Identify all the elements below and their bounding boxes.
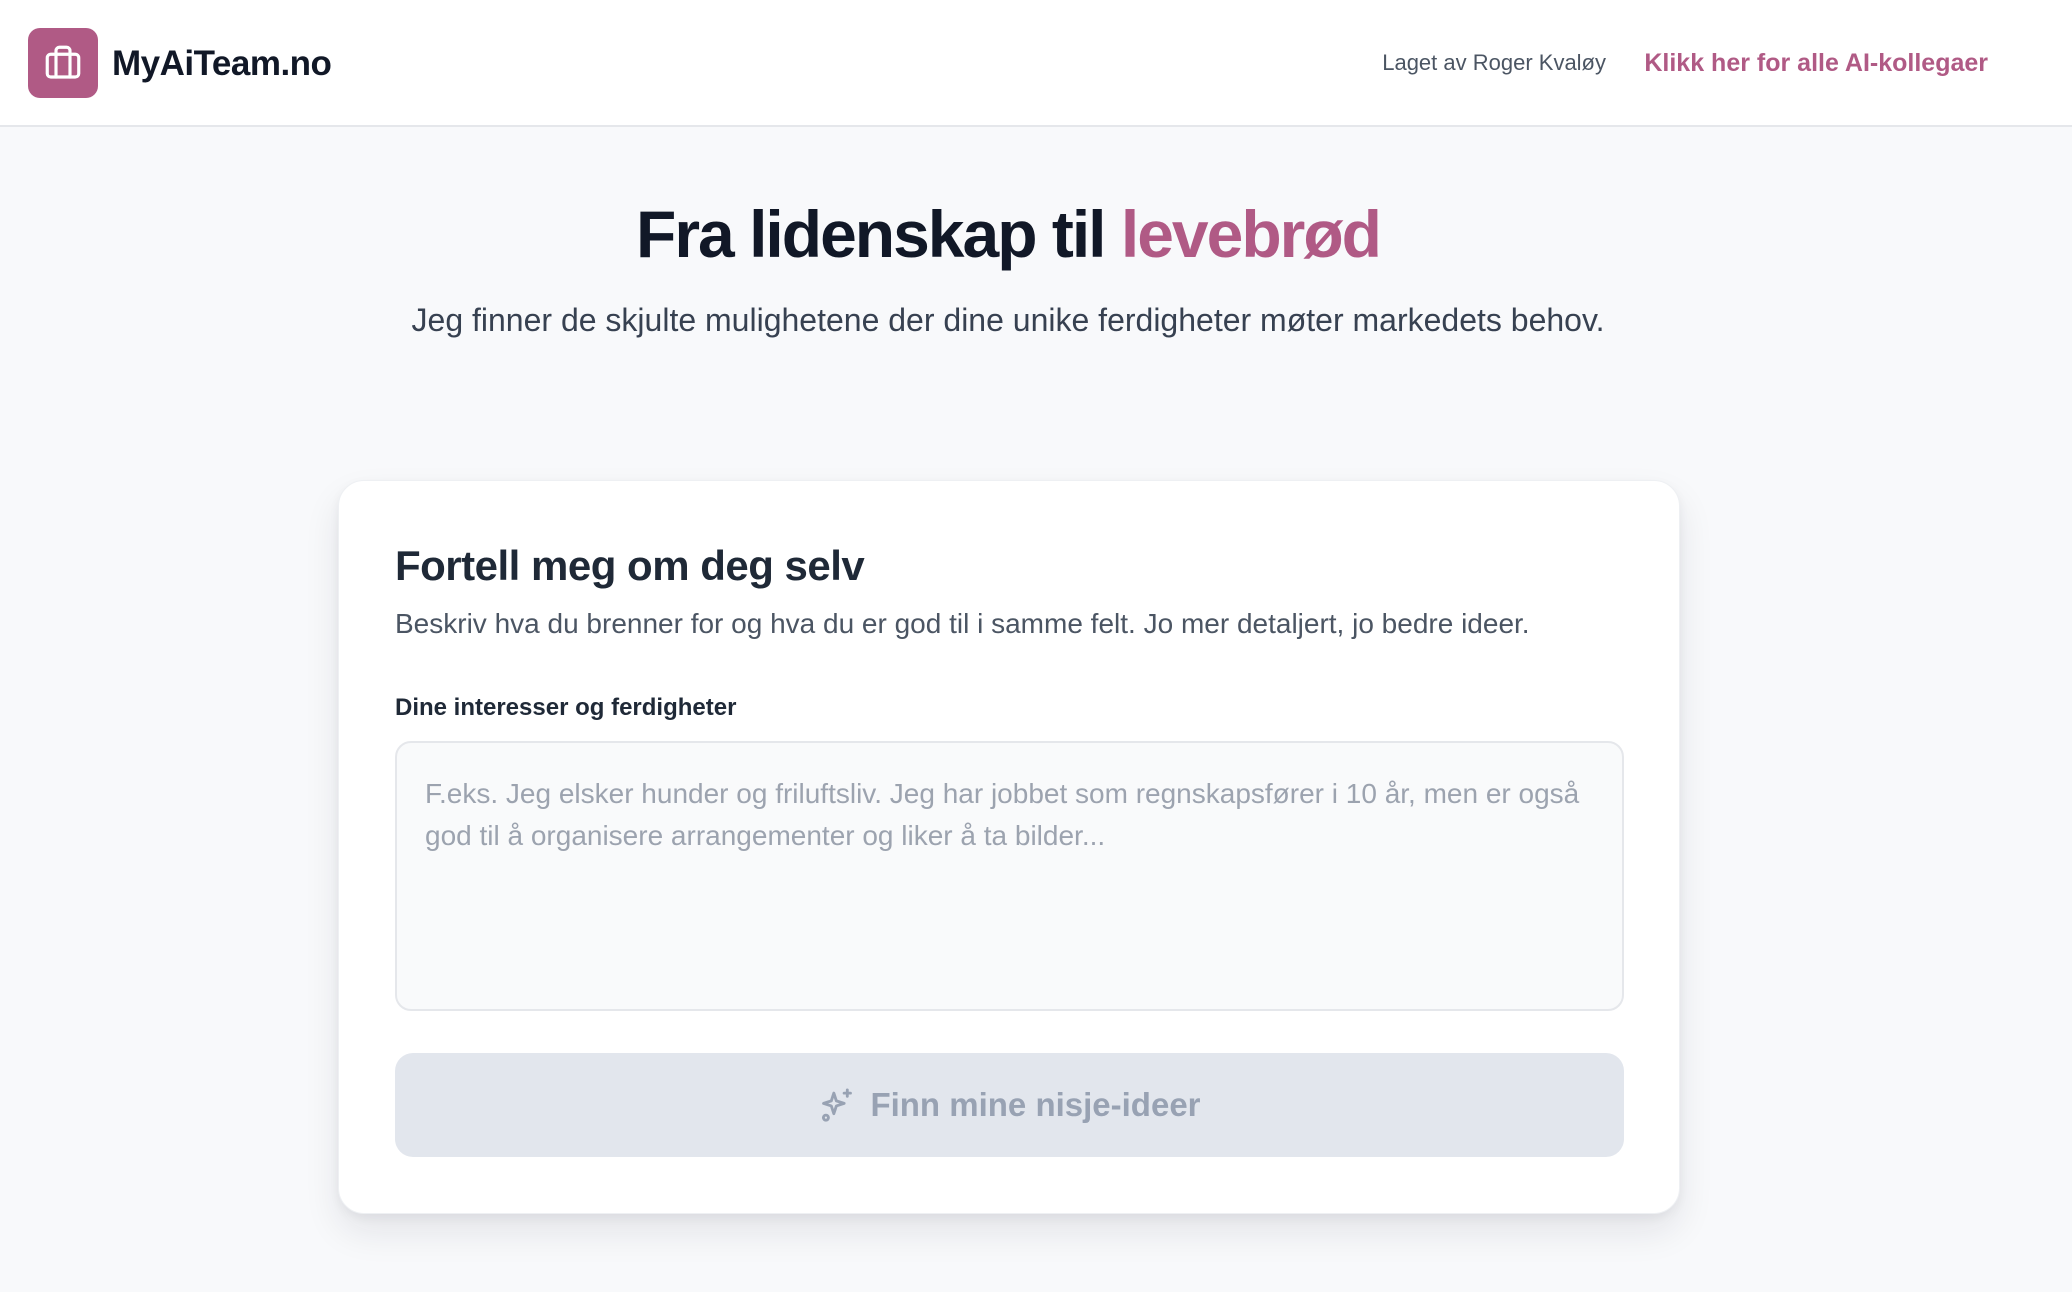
interests-textarea[interactable] xyxy=(395,741,1624,1011)
all-ai-colleagues-link[interactable]: Klikk her for alle AI-kollegaer xyxy=(1644,46,1988,80)
hero-title-accent: levebrød xyxy=(1120,197,1382,271)
card-description: Beskriv hva du brenner for og hva du er … xyxy=(395,608,1530,639)
logo[interactable] xyxy=(28,28,98,98)
card-title: Fortell meg om deg selv xyxy=(395,542,865,589)
author-credit: Laget av Roger Kvaløy xyxy=(1382,50,1606,75)
find-niche-ideas-button[interactable]: Finn mine nisje-ideer xyxy=(395,1053,1624,1157)
input-card: Fortell meg om deg selv Beskriv hva du b… xyxy=(338,480,1680,1214)
hero-subtitle: Jeg finner de skjulte mulighetene der di… xyxy=(411,302,1605,338)
brand-name[interactable]: MyAiTeam.no xyxy=(112,40,332,88)
briefcase-icon xyxy=(45,45,81,79)
interests-label: Dine interesser og ferdigheter xyxy=(395,694,737,721)
hero-title: Fra lidenskap til levebrød xyxy=(0,192,2016,276)
hero-title-main: Fra lidenskap til xyxy=(636,197,1106,271)
sparkles-icon xyxy=(822,1088,853,1122)
find-niche-ideas-label: Finn mine nisje-ideer xyxy=(870,1086,1201,1123)
top-header: MyAiTeam.no Laget av Roger Kvaløy Klikk … xyxy=(0,0,2072,127)
